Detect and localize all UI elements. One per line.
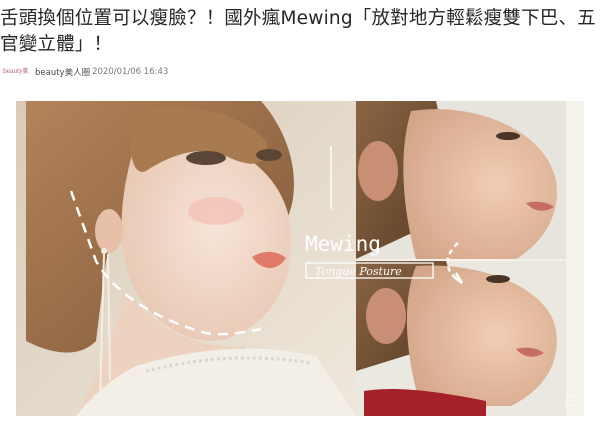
before-eye	[496, 132, 520, 140]
article-title: 舌頭換個位置可以瘦臉？！國外瘋Mewing「放對地方輕鬆瘦雙下巴、五官變立體」！	[0, 8, 596, 55]
hero-image: Mewing Tongue Posture	[16, 101, 584, 416]
article-meta: beauty美人 beauty美人圈 2020/01/06 16:43	[3, 64, 168, 80]
before-ear	[358, 141, 398, 201]
after-eye	[486, 275, 510, 283]
earring-stud	[101, 248, 107, 254]
publish-date: 2020/01/06 16:43	[92, 67, 169, 77]
after-photo	[356, 261, 566, 416]
after-ear	[366, 288, 406, 344]
woman-eye	[256, 149, 282, 161]
woman-ear	[95, 209, 123, 253]
hero-illustration: Mewing Tongue Posture	[16, 101, 584, 416]
woman-blush	[188, 197, 244, 225]
overlay-title: Mewing	[305, 232, 381, 256]
before-photo	[356, 101, 566, 259]
author-link[interactable]: beauty美人圈	[35, 66, 90, 78]
overlay-subtitle: Tongue Posture	[315, 265, 402, 278]
source-logo[interactable]: beauty美人	[3, 66, 29, 78]
woman-eye	[186, 151, 226, 165]
